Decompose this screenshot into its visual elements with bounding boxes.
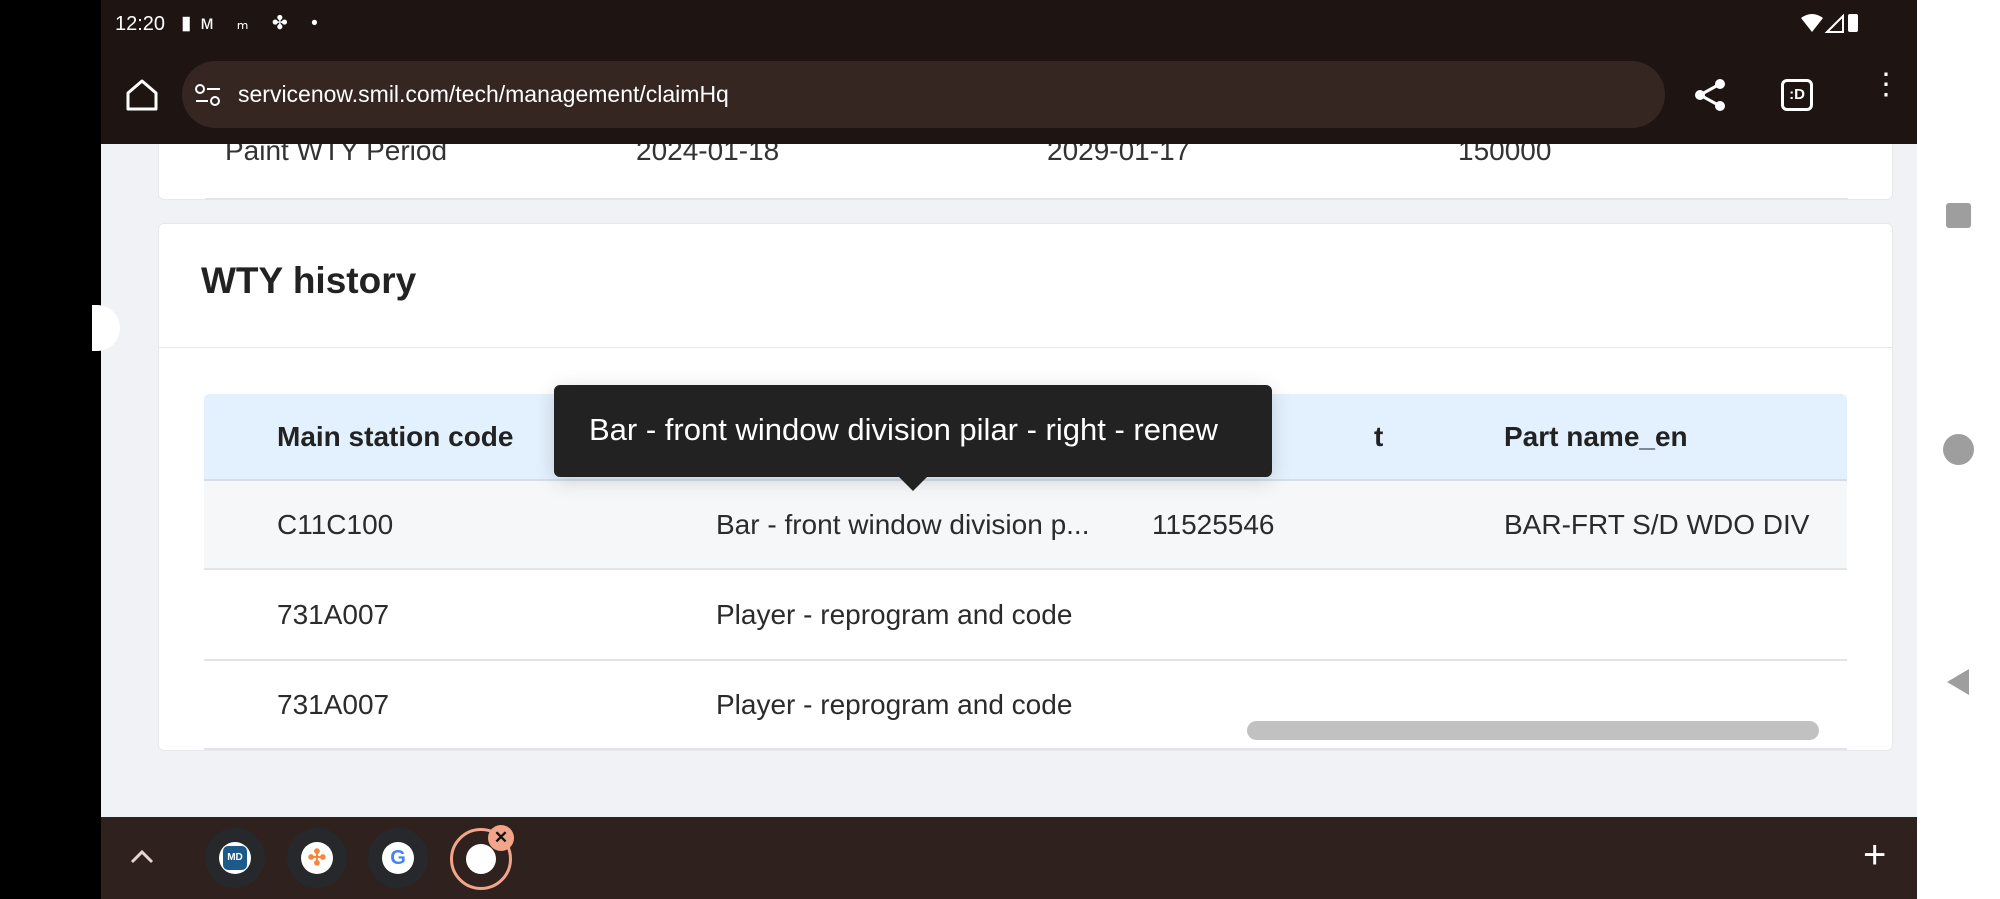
left-bezel	[0, 0, 101, 899]
table-row: Paint WTY Period 2024-01-18 2029-01-17 1…	[205, 144, 1848, 200]
tooltip-arrow	[898, 476, 928, 491]
site-settings-icon[interactable]	[194, 83, 222, 107]
google-app-icon[interactable]: G	[368, 828, 428, 888]
header-part-number[interactable]: t	[1374, 421, 1383, 453]
close-app-icon[interactable]: ✕	[488, 825, 514, 851]
browser-chrome: 12:20 ▮ᴍ ₘ ✤ • servicenow.smil.com/tech/…	[101, 0, 1917, 144]
md-chat-app-icon[interactable]: MD	[205, 828, 265, 888]
station-code: 731A007	[277, 598, 390, 630]
mileage: 150000	[1458, 144, 1552, 166]
address-bar[interactable]: servicenow.smil.com/tech/management/clai…	[182, 61, 1665, 128]
home-icon[interactable]	[125, 78, 159, 112]
clock: 12:20	[115, 13, 166, 35]
menu-icon[interactable]: ⋮	[1871, 70, 1901, 100]
horizontal-scrollbar[interactable]	[1247, 721, 1819, 740]
description[interactable]: Player - reprogram and code	[716, 599, 1072, 631]
header-main-station-code[interactable]: Main station code	[277, 421, 513, 453]
battery-icon	[1848, 14, 1858, 32]
table-row[interactable]: 731A007 Player - reprogram and code	[204, 570, 1847, 661]
header-part-name-en[interactable]: Part name_en	[1504, 421, 1688, 453]
url-text[interactable]: servicenow.smil.com/tech/management/clai…	[238, 81, 729, 108]
part-name-en: BAR-FRT S/D WDO DIV	[1504, 508, 1810, 540]
navigation-bar	[1917, 0, 2000, 899]
station-code: C11C100	[277, 508, 394, 540]
divider	[159, 347, 1892, 348]
table-row[interactable]: C11C100 Bar - front window division p...…	[204, 481, 1847, 570]
chevron-up-icon[interactable]	[129, 849, 155, 865]
back-icon[interactable]	[1945, 667, 1971, 697]
description[interactable]: Bar - front window division p...	[716, 509, 1090, 541]
period-name: Paint WTY Period	[225, 144, 448, 166]
end-date: 2029-01-17	[1047, 144, 1191, 166]
orange-app-icon[interactable]: ✣	[287, 828, 347, 888]
start-date: 2024-01-18	[636, 144, 780, 166]
status-bar: 12:20 ▮ᴍ ₘ ✤ •	[101, 0, 1917, 48]
part-number: 11525546	[1152, 508, 1275, 540]
recents-icon[interactable]	[1946, 203, 1971, 228]
warranty-periods-card: Paint WTY Period 2024-01-18 2029-01-17 1…	[158, 144, 1893, 200]
plus-icon[interactable]: +	[1863, 833, 1886, 878]
taskbar: MD ✣ G ✕ +	[101, 817, 1917, 899]
station-code: 731A007	[277, 688, 390, 720]
share-icon[interactable]	[1693, 78, 1727, 112]
tooltip: Bar - front window division pilar - righ…	[554, 385, 1272, 477]
notification-icons: ▮ᴍ ₘ ✤ •	[181, 13, 327, 34]
description[interactable]: Player - reprogram and code	[716, 689, 1072, 721]
home-nav-icon[interactable]	[1943, 434, 1974, 465]
tab-switcher-button[interactable]: :D	[1781, 79, 1813, 111]
card-title: WTY history	[201, 260, 417, 301]
